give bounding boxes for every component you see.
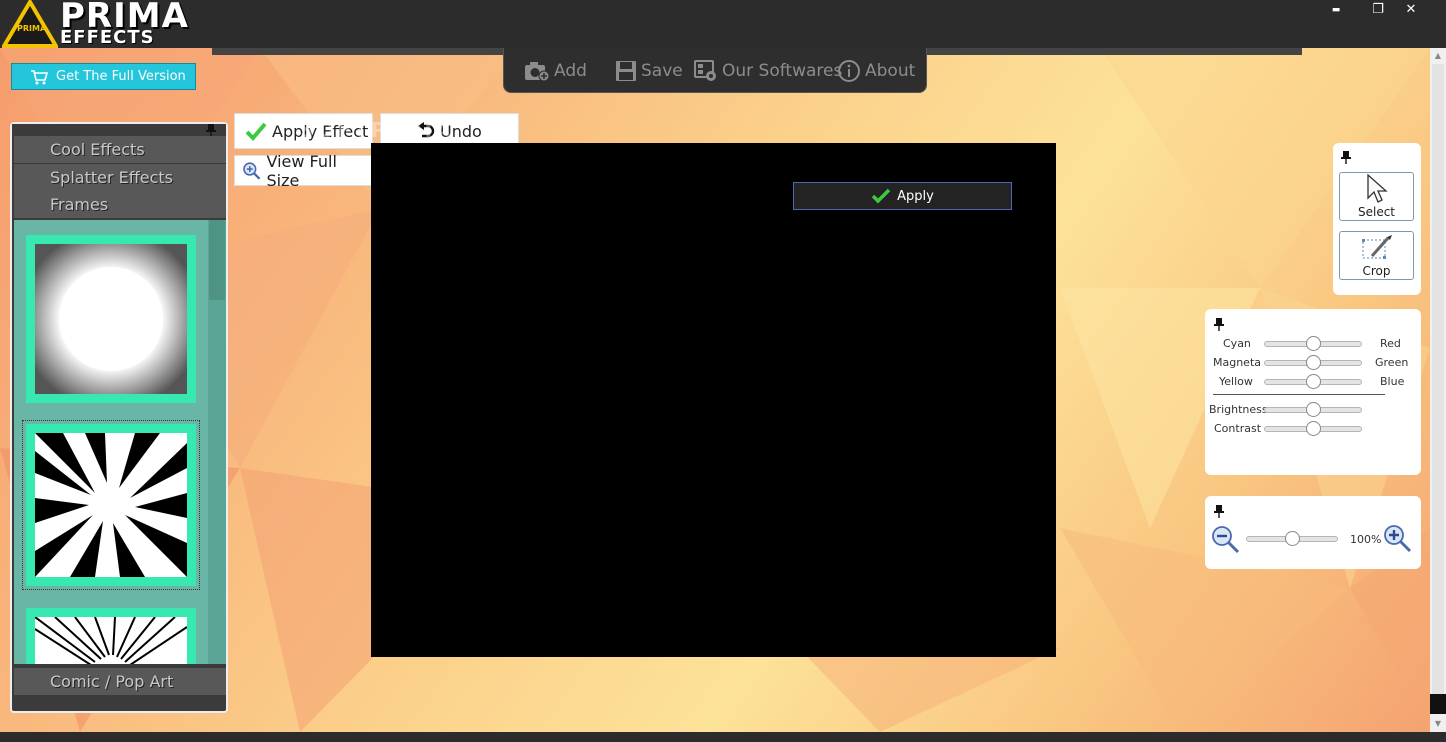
save-label: Save [641, 61, 683, 81]
yellow-label: Yellow [1219, 375, 1253, 388]
pin-icon[interactable] [1340, 150, 1352, 164]
green-label: Green [1375, 356, 1409, 369]
blue-label: Blue [1380, 375, 1405, 388]
zoom-out-icon[interactable] [1211, 525, 1241, 555]
category-frames[interactable]: Frames [14, 191, 226, 218]
apply-label: Apply [897, 188, 934, 204]
cursor-icon [1367, 174, 1388, 203]
gallery-scroll-thumb[interactable] [209, 220, 225, 300]
our-softwares-button[interactable]: Our Softwares [694, 58, 842, 84]
bottom-bar [0, 732, 1446, 742]
softwares-icon [694, 60, 716, 81]
black-rays-frame-image [35, 433, 187, 577]
zoom-percent: 100% [1350, 533, 1382, 546]
crop-tool-button[interactable]: Crop [1339, 231, 1414, 280]
frame-thumbnail-3[interactable] [26, 608, 196, 664]
slider-knob[interactable] [1284, 531, 1300, 546]
yellow-blue-slider[interactable] [1264, 374, 1362, 390]
floppy-save-icon [616, 61, 636, 81]
cyan-label: Cyan [1223, 337, 1251, 350]
scrollbar-thumb[interactable] [1432, 64, 1444, 704]
magneta-label: Magneta [1213, 356, 1262, 369]
magneta-green-slider[interactable] [1264, 355, 1362, 371]
select-tool-button[interactable]: Select [1339, 172, 1414, 221]
burst-frame-image [35, 244, 187, 394]
about-label: About [865, 61, 916, 81]
main-toolbar: Add Save Our Softwares About [503, 48, 927, 93]
checkmark-icon [245, 122, 267, 141]
crop-label: Crop [1362, 264, 1391, 278]
contrast-slider[interactable] [1264, 421, 1362, 437]
add-label: Add [554, 61, 587, 81]
cart-icon [31, 69, 48, 84]
camera-add-icon [525, 62, 550, 82]
pin-icon[interactable] [204, 123, 218, 137]
about-button[interactable]: About [837, 58, 915, 84]
tools-panel: Select Crop [1333, 143, 1421, 295]
logo-word-effects: EFFECTS [60, 27, 155, 48]
get-full-version-button[interactable]: Get The Full Version [11, 63, 196, 90]
slider-knob[interactable] [1305, 374, 1321, 389]
zoom-magnifier-icon [243, 161, 261, 180]
color-adjust-panel: Cyan Red Magneta Green Yellow Blue Brigh… [1205, 309, 1421, 475]
pin-icon[interactable] [1213, 504, 1225, 518]
minimize-button[interactable]: ▬ [1319, 0, 1353, 20]
view-full-size-button[interactable]: View Full Size [234, 152, 373, 190]
app-logo: PRIMA PRIMA EFFECTS [0, 0, 202, 48]
window-scrollbar[interactable]: ▲ ▼ [1430, 48, 1446, 732]
crop-icon [1362, 235, 1392, 259]
category-splatter-effects[interactable]: Splatter Effects [14, 164, 226, 191]
logo-badge: PRIMA [17, 24, 47, 33]
brightness-slider[interactable] [1264, 402, 1362, 418]
scrollbar-corner [1430, 694, 1446, 714]
red-label: Red [1380, 337, 1401, 350]
get-full-version-label: Get The Full Version [56, 69, 186, 84]
category-comic-pop-art[interactable]: Comic / Pop Art [14, 668, 226, 695]
watermark-text: SOFTPEDIA [300, 118, 454, 142]
zoom-in-icon[interactable] [1383, 524, 1413, 554]
scroll-down-arrow-icon[interactable]: ▼ [1430, 716, 1446, 732]
contrast-label: Contrast [1214, 422, 1262, 435]
scroll-up-arrow-icon[interactable]: ▲ [1430, 48, 1446, 64]
apply-crop-button[interactable]: Apply [793, 182, 1012, 210]
select-label: Select [1357, 205, 1396, 219]
checkmark-icon [871, 188, 891, 204]
info-icon [838, 60, 860, 82]
close-button[interactable]: ✕ [1394, 0, 1428, 20]
our-softwares-label: Our Softwares [722, 61, 843, 81]
slider-knob[interactable] [1305, 402, 1321, 417]
lines-frame-image [35, 617, 187, 664]
image-canvas[interactable]: Apply [371, 143, 1056, 657]
zoom-slider[interactable] [1246, 531, 1338, 547]
divider [1213, 394, 1385, 395]
pin-icon[interactable] [1213, 317, 1225, 331]
frames-gallery [14, 220, 226, 664]
brightness-label: Brightness [1209, 403, 1268, 416]
add-button[interactable]: Add [524, 58, 587, 84]
slider-knob[interactable] [1305, 355, 1321, 370]
slider-knob[interactable] [1305, 421, 1321, 436]
frame-thumbnail-1[interactable] [26, 235, 196, 403]
effects-panel-header [12, 124, 226, 136]
cyan-red-slider[interactable] [1264, 336, 1362, 352]
save-button[interactable]: Save [615, 58, 683, 84]
maximize-button[interactable]: ❐ [1361, 0, 1395, 20]
effects-panel: Cool Effects Splatter Effects Frames Com… [10, 122, 228, 713]
zoom-panel: 100% [1205, 496, 1421, 569]
frame-thumbnail-2[interactable] [22, 420, 200, 590]
view-full-size-label: View Full Size [266, 151, 337, 190]
slider-knob[interactable] [1305, 336, 1321, 351]
title-bar: PRIMA PRIMA EFFECTS ▬ ❐ ✕ [0, 0, 1446, 48]
category-cool-effects[interactable]: Cool Effects [14, 136, 226, 163]
